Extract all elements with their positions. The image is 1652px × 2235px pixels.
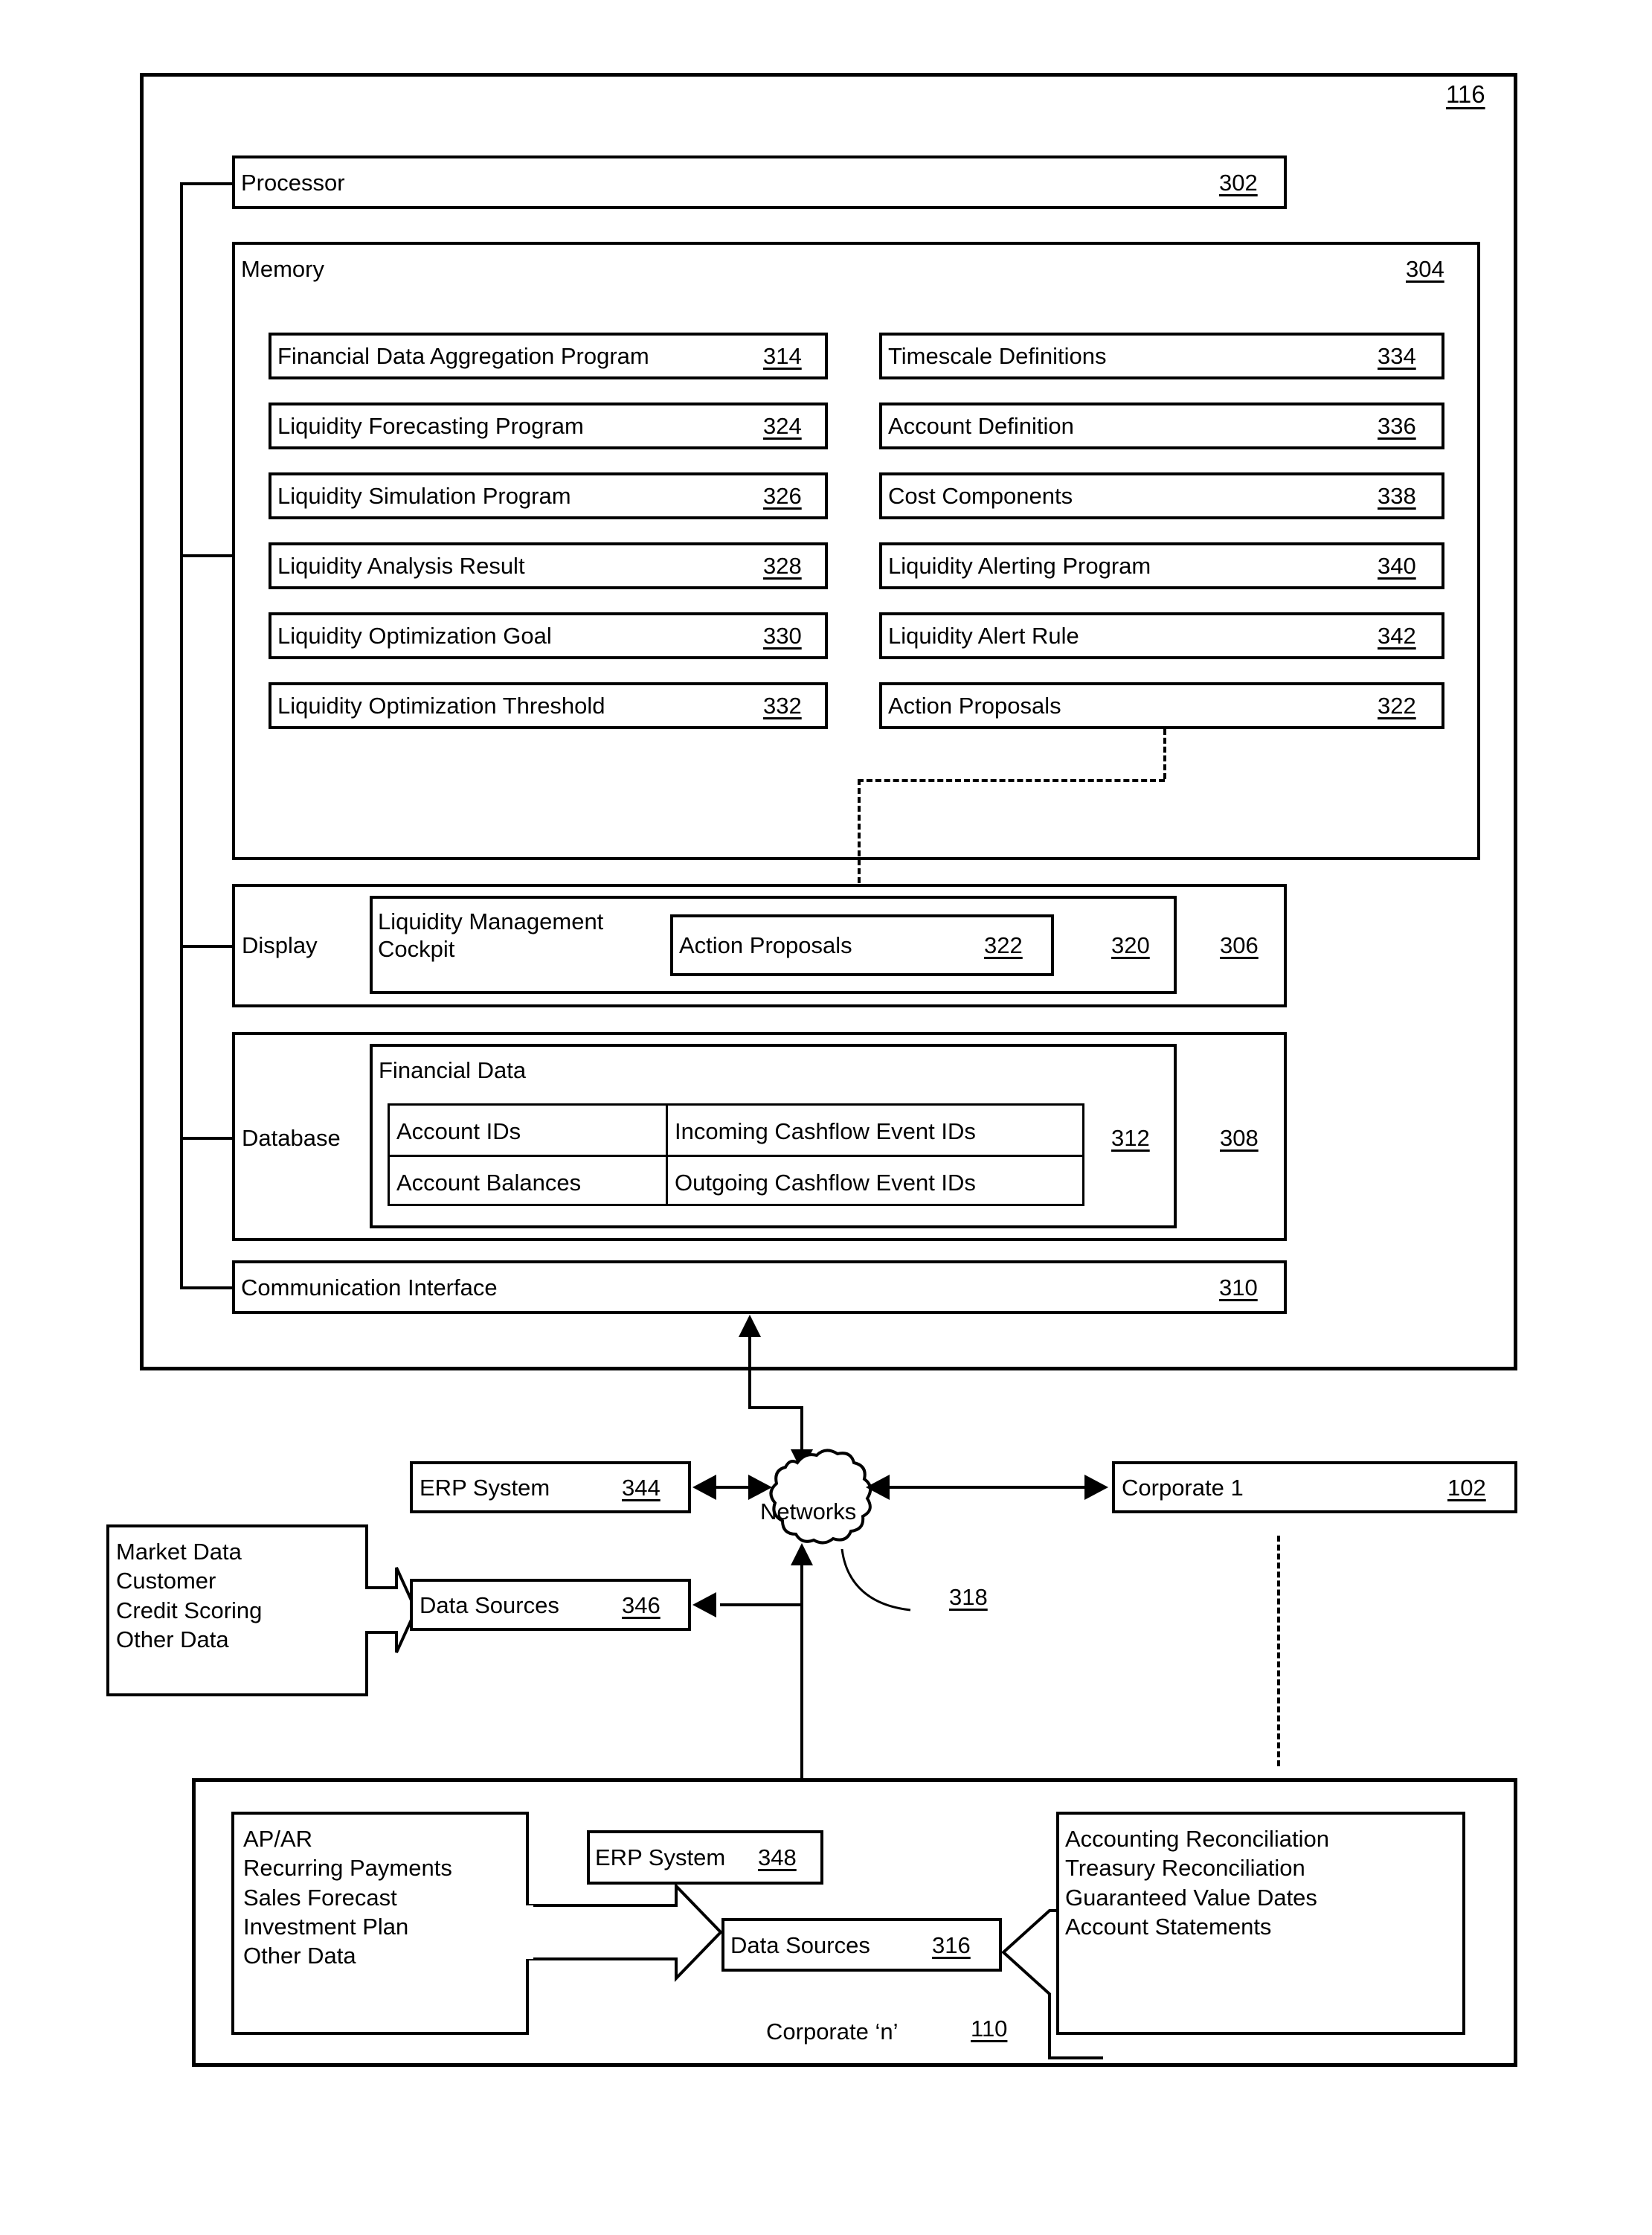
bus-stub-comm [180, 1286, 235, 1289]
memory-module-ref: 314 [763, 343, 802, 369]
dashed-connector-vertical-right [1163, 729, 1166, 779]
memory-module-label: Cost Components [888, 483, 1073, 509]
memory-label: Memory [241, 256, 324, 282]
memory-module-label: Liquidity Simulation Program [277, 483, 571, 509]
financial-data-label: Financial Data [379, 1057, 527, 1083]
communication-interface-ref: 310 [1219, 1274, 1258, 1301]
memory-module-label: Liquidity Forecasting Program [277, 413, 584, 439]
memory-module-ref: 322 [1378, 693, 1416, 719]
dashed-connector-horizontal [858, 779, 1165, 782]
comm-to-network-line-lower [800, 1406, 803, 1452]
comm-interface-arrowhead-up [739, 1315, 761, 1337]
memory-module-label: Liquidity Optimization Goal [277, 623, 552, 649]
erp-system-348-ref: 348 [758, 1844, 797, 1870]
network-trunk-arrowhead-up [791, 1543, 813, 1565]
display-action-proposals-ref: 322 [984, 932, 1023, 958]
database-ref: 308 [1220, 1125, 1259, 1151]
memory-module-ref: 334 [1378, 343, 1416, 369]
corporate-1-ref: 102 [1447, 1475, 1486, 1501]
memory-module-label: Account Definition [888, 413, 1074, 439]
memory-module-ref: 332 [763, 693, 802, 719]
memory-module-label: Action Proposals [888, 693, 1061, 719]
patent-figure: 116 Processor 302 Memory 304 Financial D… [0, 0, 1652, 2235]
processor-label: Processor [241, 170, 345, 196]
memory-module-ref: 330 [763, 623, 802, 649]
data-sources-316-ref: 316 [932, 1932, 971, 1958]
erp-system-348-label: ERP System [595, 1844, 726, 1870]
memory-module-ref: 328 [763, 553, 802, 579]
erp-system-344-ref: 344 [622, 1475, 661, 1501]
erp-network-arrowhead-left [692, 1475, 716, 1500]
dashed-connector-vertical-left [858, 779, 861, 892]
network-corporate1-arrowhead-left [866, 1475, 890, 1500]
corporate-n-inputs-list: AP/AR Recurring Payments Sales Forecast … [243, 1826, 452, 1969]
memory-ref: 304 [1406, 256, 1444, 282]
memory-module-ref: 336 [1378, 413, 1416, 439]
table-cell: Incoming Cashflow Event IDs [675, 1118, 976, 1144]
data-sources-346-ref: 346 [622, 1592, 661, 1618]
display-label: Display [242, 932, 318, 958]
memory-module-ref: 342 [1378, 623, 1416, 649]
memory-module-label: Liquidity Analysis Result [277, 553, 525, 579]
memory-module-ref: 340 [1378, 553, 1416, 579]
market-data-list: Market Data Customer Credit Scoring Othe… [116, 1539, 263, 1653]
system-ref-label: 116 [1446, 80, 1485, 108]
table-cell: Account Balances [396, 1170, 582, 1196]
corporate-n-label: Corporate ‘n’ [766, 2018, 899, 2045]
memory-module-label: Liquidity Alerting Program [888, 553, 1151, 579]
memory-module-label: Liquidity Alert Rule [888, 623, 1079, 649]
processor-ref: 302 [1219, 170, 1258, 196]
display-action-proposals-label: Action Proposals [679, 932, 852, 958]
network-ref: 318 [949, 1584, 988, 1610]
datasources346-arrowhead [692, 1592, 716, 1617]
bus-stub-memory [180, 554, 235, 557]
corporate-n-outputs-list: Accounting Reconciliation Treasury Recon… [1065, 1826, 1329, 1940]
display-ref: 306 [1220, 932, 1259, 958]
processor-box [232, 155, 1287, 209]
network-ref-leader [841, 1548, 911, 1612]
data-sources-346-label: Data Sources [420, 1592, 559, 1618]
memory-module-label: Liquidity Optimization Threshold [277, 693, 605, 719]
internal-bus-line [180, 184, 183, 1288]
memory-module-ref: 338 [1378, 483, 1416, 509]
liquidity-management-cockpit-ref: 320 [1111, 932, 1150, 958]
networks-label: Networks [760, 1498, 857, 1524]
bus-stub-display [180, 945, 235, 948]
comm-to-network-line-upper [748, 1337, 751, 1409]
table-cell: Outgoing Cashflow Event IDs [675, 1170, 976, 1196]
memory-module-label: Timescale Definitions [888, 343, 1107, 369]
financial-data-ref: 312 [1111, 1125, 1150, 1151]
corporate-n-ref: 110 [971, 2016, 1008, 2042]
inputs-to-datasources-block-arrow [526, 1882, 723, 1982]
memory-module-ref: 326 [763, 483, 802, 509]
table-cell: Account IDs [396, 1118, 521, 1144]
erp-system-344-label: ERP System [420, 1475, 550, 1501]
communication-interface-label: Communication Interface [241, 1274, 498, 1301]
financial-data-table-row-divider [388, 1155, 1084, 1157]
memory-module-label: Financial Data Aggregation Program [277, 343, 649, 369]
corporate-ellipsis-divider [1277, 1536, 1280, 1766]
erp-network-arrowhead-right [748, 1475, 772, 1500]
memory-module-ref: 324 [763, 413, 802, 439]
bus-stub-processor [180, 182, 235, 185]
database-label: Database [242, 1125, 341, 1151]
liquidity-management-cockpit-label: Liquidity Management Cockpit [378, 908, 604, 962]
trunk-to-datasources346-line [720, 1603, 802, 1606]
data-sources-316-label: Data Sources [730, 1932, 870, 1958]
comm-to-network-elbow [748, 1406, 803, 1409]
network-corporate1-arrowhead-right [1084, 1475, 1108, 1500]
network-corporate1-link [890, 1486, 1084, 1489]
bus-stub-database [180, 1137, 235, 1140]
corporate-1-label: Corporate 1 [1122, 1475, 1244, 1501]
